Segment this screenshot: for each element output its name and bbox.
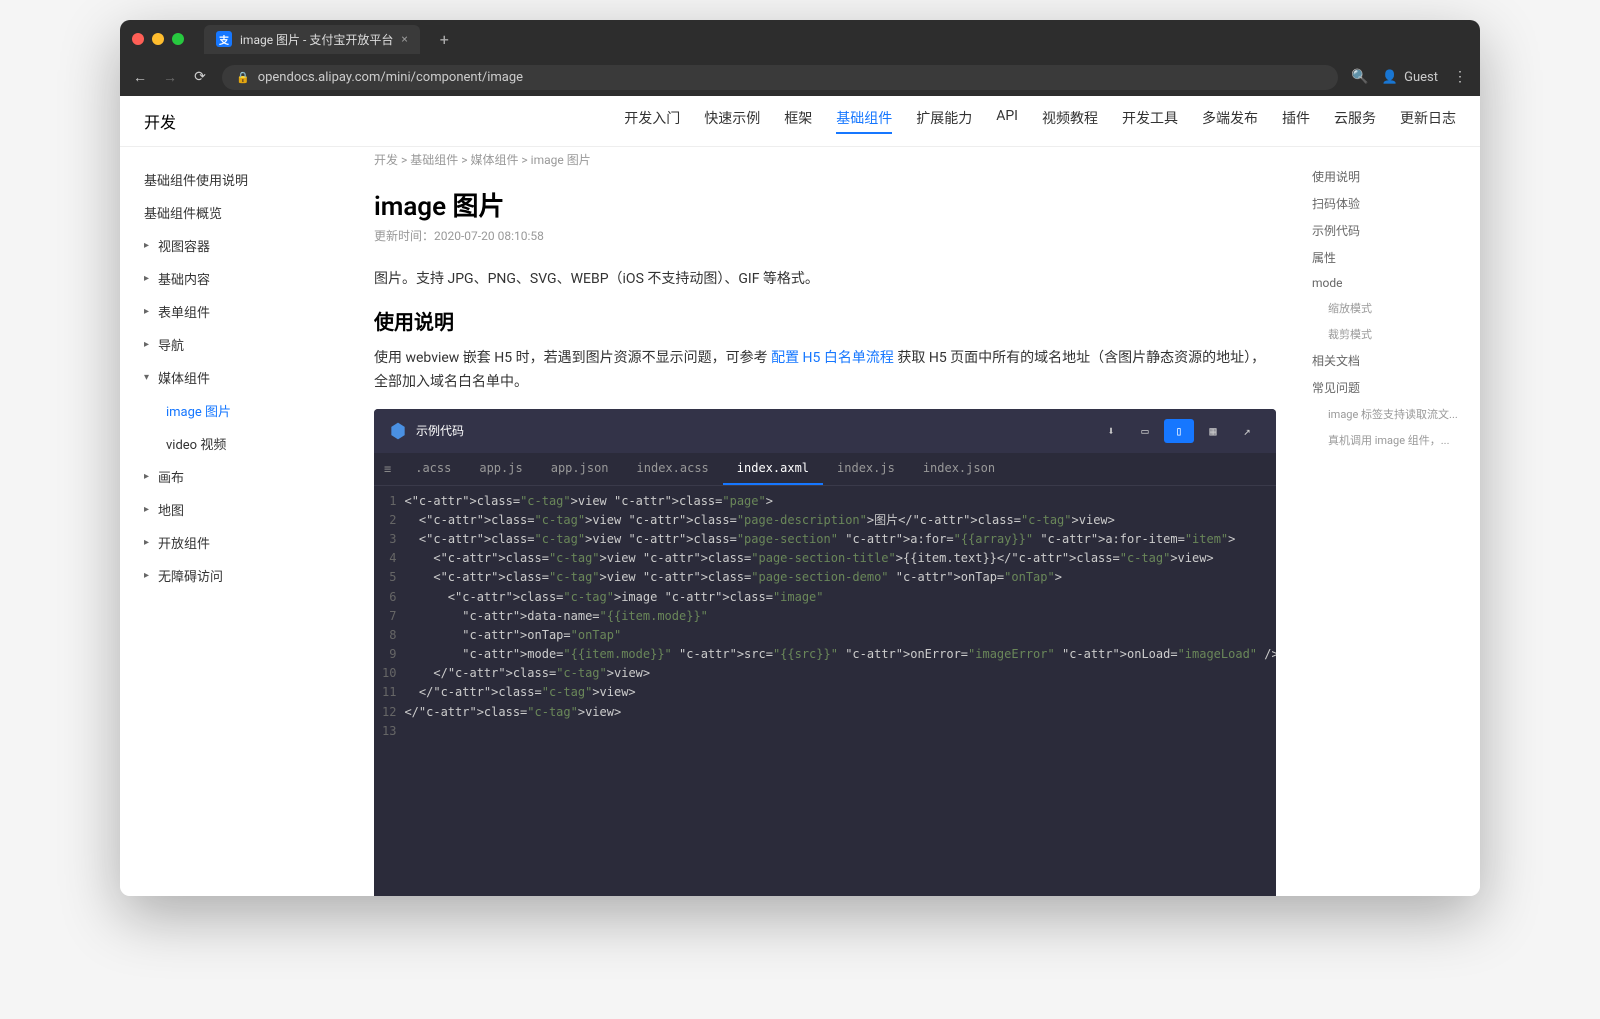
toc: 使用说明扫码体验示例代码属性mode缩放模式裁剪模式相关文档常见问题image …: [1300, 147, 1480, 896]
caret-icon: ▸: [144, 339, 152, 350]
file-tab[interactable]: index.acss: [623, 453, 723, 485]
sidebar-item[interactable]: image 图片: [128, 394, 342, 427]
file-tab[interactable]: index.axml: [723, 453, 823, 485]
toc-item[interactable]: 裁剪模式: [1312, 321, 1468, 347]
toc-item[interactable]: 常见问题: [1312, 374, 1468, 401]
caret-icon: ▸: [144, 306, 152, 317]
close-icon[interactable]: ×: [401, 32, 407, 46]
sidebar-item[interactable]: ▾媒体组件: [128, 361, 342, 394]
tab-title: image 图片 - 支付宝开放平台: [240, 31, 393, 48]
browser-tab[interactable]: 支 image 图片 - 支付宝开放平台 ×: [204, 25, 420, 54]
sidebar-item[interactable]: ▸视图容器: [128, 229, 342, 262]
toc-item[interactable]: 示例代码: [1312, 217, 1468, 244]
nav-item-4[interactable]: 扩展能力: [916, 108, 972, 134]
ide-logo-icon: [388, 421, 408, 441]
window-maximize[interactable]: [172, 33, 184, 45]
favicon: 支: [216, 31, 232, 47]
code-editor[interactable]: 12345678910111213 <"c-attr">class="c-tag…: [374, 486, 1276, 856]
file-tab[interactable]: index.js: [823, 453, 909, 485]
nav-item-2[interactable]: 框架: [784, 108, 812, 134]
new-tab-button[interactable]: +: [440, 30, 449, 49]
sidebar-item[interactable]: ▸基础内容: [128, 262, 342, 295]
back-icon[interactable]: ←: [132, 69, 148, 85]
file-tree-icon[interactable]: ≡: [374, 456, 401, 482]
nav-item-5[interactable]: API: [996, 108, 1018, 134]
nav-item-7[interactable]: 开发工具: [1122, 108, 1178, 134]
nav-item-0[interactable]: 开发入门: [624, 108, 680, 134]
url-text: opendocs.alipay.com/mini/component/image: [258, 70, 523, 85]
sidebar-item[interactable]: ▸开放组件: [128, 526, 342, 559]
titlebar: 支 image 图片 - 支付宝开放平台 × +: [120, 20, 1480, 58]
sidebar-item[interactable]: ▸地图: [128, 493, 342, 526]
sidebar-item[interactable]: ▸画布: [128, 460, 342, 493]
share-icon[interactable]: ↗: [1232, 419, 1262, 443]
forward-icon[interactable]: →: [162, 69, 178, 85]
file-tab[interactable]: app.json: [537, 453, 623, 485]
sidebar-item[interactable]: ▸无障碍访问: [128, 559, 342, 592]
window-close[interactable]: [132, 33, 144, 45]
ide-title: 示例代码: [416, 422, 1096, 439]
reload-icon[interactable]: ⟳: [192, 69, 208, 85]
menu-icon[interactable]: ⋮: [1452, 69, 1468, 85]
phone-icon[interactable]: ▯: [1164, 419, 1194, 443]
person-icon: 👤: [1382, 70, 1398, 85]
main-content: 开发 > 基础组件 > 媒体组件 > image 图片 image 图片 更新时…: [350, 147, 1300, 896]
description: 图片。支持 JPG、PNG、SVG、WEBP（iOS 不支持动图）、GIF 等格…: [374, 268, 1276, 288]
page-title: image 图片: [374, 186, 1276, 223]
caret-icon: ▸: [144, 504, 152, 515]
toc-item[interactable]: 缩放模式: [1312, 295, 1468, 321]
section-usage: 使用说明: [374, 306, 1276, 335]
profile-button[interactable]: 👤 Guest: [1382, 70, 1438, 85]
caret-icon: ▸: [144, 537, 152, 548]
nav-item-11[interactable]: 更新日志: [1400, 108, 1456, 134]
toc-item[interactable]: 属性: [1312, 244, 1468, 271]
url-field[interactable]: 🔒 opendocs.alipay.com/mini/component/ima…: [222, 65, 1338, 90]
download-icon[interactable]: ⬇: [1096, 419, 1126, 443]
qrcode-icon[interactable]: ▦: [1198, 419, 1228, 443]
caret-icon: ▸: [144, 273, 152, 284]
sidebar: 基础组件使用说明基础组件概览▸视图容器▸基础内容▸表单组件▸导航▾媒体组件ima…: [120, 147, 350, 896]
brand: 开发: [144, 109, 176, 133]
sidebar-item[interactable]: 基础组件概览: [128, 196, 342, 229]
file-tab[interactable]: .acss: [401, 453, 465, 485]
caret-icon: ▾: [144, 372, 152, 383]
caret-icon: ▸: [144, 240, 152, 251]
sidebar-item[interactable]: 基础组件使用说明: [128, 163, 342, 196]
toc-item[interactable]: 真机调用 image 组件，...: [1312, 427, 1468, 453]
breadcrumb: 开发 > 基础组件 > 媒体组件 > image 图片: [374, 147, 1276, 172]
caret-icon: ▸: [144, 570, 152, 581]
sidebar-item[interactable]: ▸导航: [128, 328, 342, 361]
nav-item-10[interactable]: 云服务: [1334, 108, 1376, 134]
nav-item-6[interactable]: 视频教程: [1042, 108, 1098, 134]
nav-item-3[interactable]: 基础组件: [836, 108, 892, 134]
file-tab[interactable]: index.json: [909, 453, 1009, 485]
toc-item[interactable]: image 标签支持读取流文...: [1312, 401, 1468, 427]
toc-item[interactable]: 扫码体验: [1312, 190, 1468, 217]
toc-item[interactable]: mode: [1312, 271, 1468, 295]
window-minimize[interactable]: [152, 33, 164, 45]
nav-item-1[interactable]: 快速示例: [704, 108, 760, 134]
toc-item[interactable]: 相关文档: [1312, 347, 1468, 374]
updated-time: 更新时间：2020-07-20 08:10:58: [374, 227, 1276, 244]
nav-item-9[interactable]: 插件: [1282, 108, 1310, 134]
whitelist-link[interactable]: 配置 H5 白名单流程: [771, 350, 894, 366]
top-nav: 开发 开发入门快速示例框架基础组件扩展能力 API 视频教程开发工具多端发布插件云服…: [120, 96, 1480, 147]
sidebar-item[interactable]: ▸表单组件: [128, 295, 342, 328]
toc-item[interactable]: 使用说明: [1312, 163, 1468, 190]
nav-item-8[interactable]: 多端发布: [1202, 108, 1258, 134]
lock-icon: 🔒: [236, 71, 250, 84]
sidebar-item[interactable]: video 视频: [128, 427, 342, 460]
tablet-icon[interactable]: ▭: [1130, 419, 1160, 443]
caret-icon: ▸: [144, 471, 152, 482]
search-icon[interactable]: 🔍: [1352, 69, 1368, 85]
usage-paragraph: 使用 webview 嵌套 H5 时，若遇到图片资源不显示问题，可参考 配置 H…: [374, 347, 1276, 395]
code-demo: 示例代码 ⬇ ▭ ▯ ▦ ↗ ≡ .acss: [374, 409, 1276, 896]
addressbar: ← → ⟳ 🔒 opendocs.alipay.com/mini/compone…: [120, 58, 1480, 96]
file-tab[interactable]: app.js: [465, 453, 536, 485]
